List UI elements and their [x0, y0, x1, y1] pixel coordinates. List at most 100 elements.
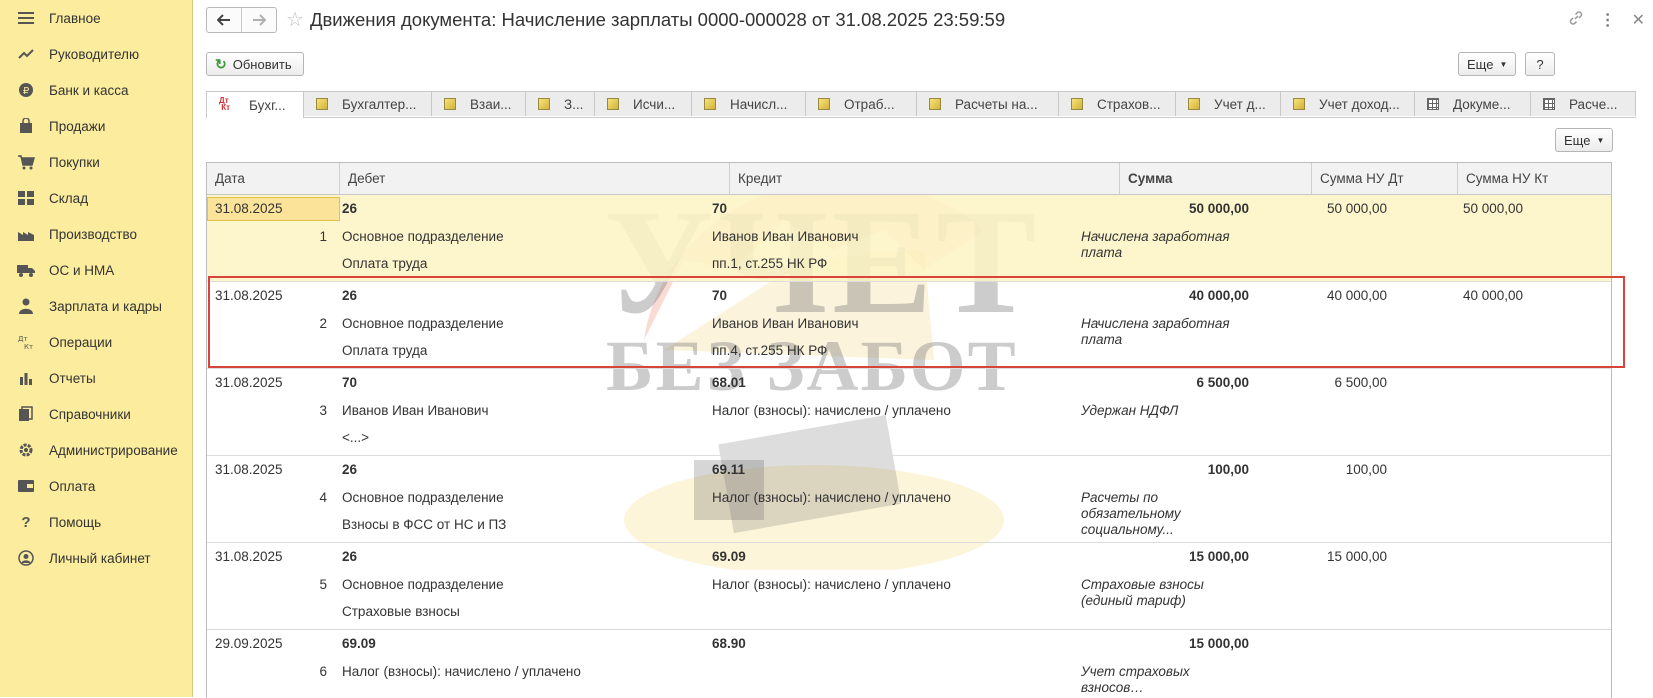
sidebar-item-reports[interactable]: Отчеты	[0, 360, 192, 396]
sidebar-item-salary[interactable]: Зарплата и кадры	[0, 288, 192, 324]
table-row[interactable]: 31.08.2025 4 26 Основное подразделение Взнос…	[207, 456, 1611, 543]
column-header-nu-dt[interactable]: Сумма НУ Дт	[1312, 163, 1458, 194]
postings-table: Дата Дебет Кредит Сумма Сумма НУ Дт Сумм…	[206, 162, 1612, 698]
tab-register-13[interactable]: Расче...	[1531, 91, 1636, 116]
register-icon	[818, 98, 830, 110]
sidebar-item-admin[interactable]: Администрирование	[0, 432, 192, 468]
register-icon	[1293, 98, 1305, 110]
sidebar-item-operations[interactable]: Дт Кт Операции	[0, 324, 192, 360]
cell-nu-kt: 50 000,00	[1462, 201, 1523, 216]
tab-label: Расче...	[1569, 96, 1618, 112]
grid-more-button[interactable]: Еще ▼	[1555, 128, 1613, 152]
tab-register-4[interactable]: З...	[526, 91, 595, 116]
help-label: ?	[1536, 56, 1544, 72]
sidebar-item-production[interactable]: Производство	[0, 216, 192, 252]
tab-register-7[interactable]: Отраб...	[806, 91, 917, 116]
sidebar-item-label: Оплата	[49, 478, 96, 494]
table-row[interactable]: 31.08.2025 3 70 Иванов Иван Иванович <...> 68…	[207, 369, 1611, 456]
help-button[interactable]: ?	[1525, 52, 1555, 76]
cell-credit-subconto-2: пп.4, ст.255 НК РФ	[712, 343, 828, 358]
sidebar-item-bank[interactable]: ₽ Банк и касса	[0, 72, 192, 108]
column-header-sum[interactable]: Сумма	[1120, 163, 1312, 194]
cell-nu-dt: 50 000,00	[1326, 201, 1387, 216]
sidebar-item-label: Склад	[49, 190, 89, 206]
cell-debit-account: 26	[342, 549, 358, 564]
shopping-bag-icon	[16, 116, 36, 136]
table-row[interactable]: 31.08.2025 1 26 Основное подразделение Оплат…	[207, 195, 1611, 282]
forward-button[interactable]	[241, 8, 276, 32]
sidebar-item-label: Помощь	[49, 514, 102, 530]
table-row[interactable]: 31.08.2025 5 26 Основное подразделение Страх…	[207, 543, 1611, 630]
column-header-debit[interactable]: Дебет	[340, 163, 730, 194]
register-icon	[929, 98, 941, 110]
tab-accounting-register[interactable]: Дт Кт Бухг...	[206, 91, 304, 118]
tab-label: Исчи...	[633, 96, 676, 112]
table-row[interactable]: 29.09.2025 6 69.09 Налог (взносы): начислен…	[207, 630, 1611, 698]
sidebar-item-assets[interactable]: ОС и НМА	[0, 252, 192, 288]
sidebar-item-warehouse[interactable]: Склад	[0, 180, 192, 216]
favorite-star-icon[interactable]: ☆	[286, 10, 304, 30]
sidebar-item-label: Главное	[49, 10, 101, 26]
cell-line-number: 2	[319, 316, 327, 331]
wallet-icon	[16, 476, 36, 496]
column-header-credit[interactable]: Кредит	[730, 163, 1120, 194]
tab-register-2[interactable]: Бухгалтер...	[304, 91, 432, 116]
page-title: Движения документа: Начисление зарплаты …	[309, 9, 1006, 30]
cell-credit-subconto-1: Иванов Иван Иванович	[712, 316, 859, 331]
tab-register-6[interactable]: Начисл...	[692, 91, 806, 116]
sidebar-item-help[interactable]: ? Помощь	[0, 504, 192, 540]
sidebar-item-payment[interactable]: Оплата	[0, 468, 192, 504]
tab-label: Докуме...	[1453, 96, 1511, 112]
cell-debit-account: 70	[342, 375, 358, 390]
cell-date: 31.08.2025	[215, 375, 283, 390]
sidebar-item-main[interactable]: Главное	[0, 0, 192, 36]
tab-register-10[interactable]: Учет д...	[1176, 91, 1281, 116]
table-body: 31.08.2025 1 26 Основное подразделение Оплат…	[207, 195, 1611, 698]
sidebar-item-purchases[interactable]: Покупки	[0, 144, 192, 180]
sidebar-item-sales[interactable]: Продажи	[0, 108, 192, 144]
table-icon	[1543, 98, 1555, 110]
dt-kt-icon: Дт Кт	[16, 332, 36, 352]
sidebar-item-directories[interactable]: Справочники	[0, 396, 192, 432]
tab-label: Отраб...	[844, 96, 895, 112]
cell-debit-subconto-2: <...>	[342, 430, 370, 445]
account-icon	[16, 548, 36, 568]
refresh-button[interactable]: ↻ Обновить	[206, 52, 304, 76]
cell-nu-dt: 15 000,00	[1326, 549, 1387, 564]
tab-register-8[interactable]: Расчеты на...	[917, 91, 1059, 116]
register-icon	[538, 98, 550, 110]
column-header-nu-kt[interactable]: Сумма НУ Кт	[1458, 163, 1611, 194]
cell-credit-subconto-2: пп.1, ст.255 НК РФ	[712, 256, 828, 271]
menu-icon	[16, 8, 36, 28]
sidebar-item-manager[interactable]: Руководителю	[0, 36, 192, 72]
more-button[interactable]: Еще ▼	[1458, 52, 1516, 76]
sidebar-item-label: ОС и НМА	[49, 262, 115, 278]
sidebar-item-account[interactable]: Личный кабинет	[0, 540, 192, 576]
svg-text:₽: ₽	[23, 86, 30, 97]
cell-debit-subconto-2: Взносы в ФСС от НС и ПЗ	[342, 517, 507, 532]
cell-debit-subconto-1: Основное подразделение	[342, 490, 504, 505]
sidebar: Главное Руководителю ₽ Банк и касса Прод…	[0, 0, 193, 697]
tab-register-5[interactable]: Исчи...	[595, 91, 692, 116]
table-row[interactable]: 31.08.2025 2 26 Основное подразделение Оплат…	[207, 282, 1611, 369]
cell-content: Расчеты по обязательному социальному...	[1081, 490, 1181, 537]
close-icon[interactable]: ✕	[1632, 10, 1645, 30]
link-icon[interactable]	[1568, 10, 1584, 31]
tab-register-12[interactable]: Докуме...	[1415, 91, 1531, 116]
cell-credit-subconto-1: Налог (взносы): начислено / уплачено	[712, 490, 951, 505]
cell-credit-account: 69.11	[712, 462, 746, 477]
register-icon	[704, 98, 716, 110]
factory-icon	[16, 224, 36, 244]
svg-text:Кт: Кт	[24, 343, 33, 350]
tab-register-9[interactable]: Страхов...	[1059, 91, 1176, 116]
tab-register-3[interactable]: Взаи...	[432, 91, 526, 116]
tab-label: Бухг...	[249, 97, 286, 113]
more-vertical-icon[interactable]: ⋮	[1600, 10, 1616, 30]
sidebar-item-label: Справочники	[49, 406, 131, 422]
back-button[interactable]	[207, 8, 241, 32]
tab-register-11[interactable]: Учет доход...	[1281, 91, 1415, 116]
cell-debit-account: 26	[342, 462, 358, 477]
caret-down-icon: ▼	[1499, 59, 1508, 69]
column-header-date[interactable]: Дата	[207, 163, 340, 194]
cell-debit-subconto-1: Иванов Иван Иванович	[342, 403, 489, 418]
